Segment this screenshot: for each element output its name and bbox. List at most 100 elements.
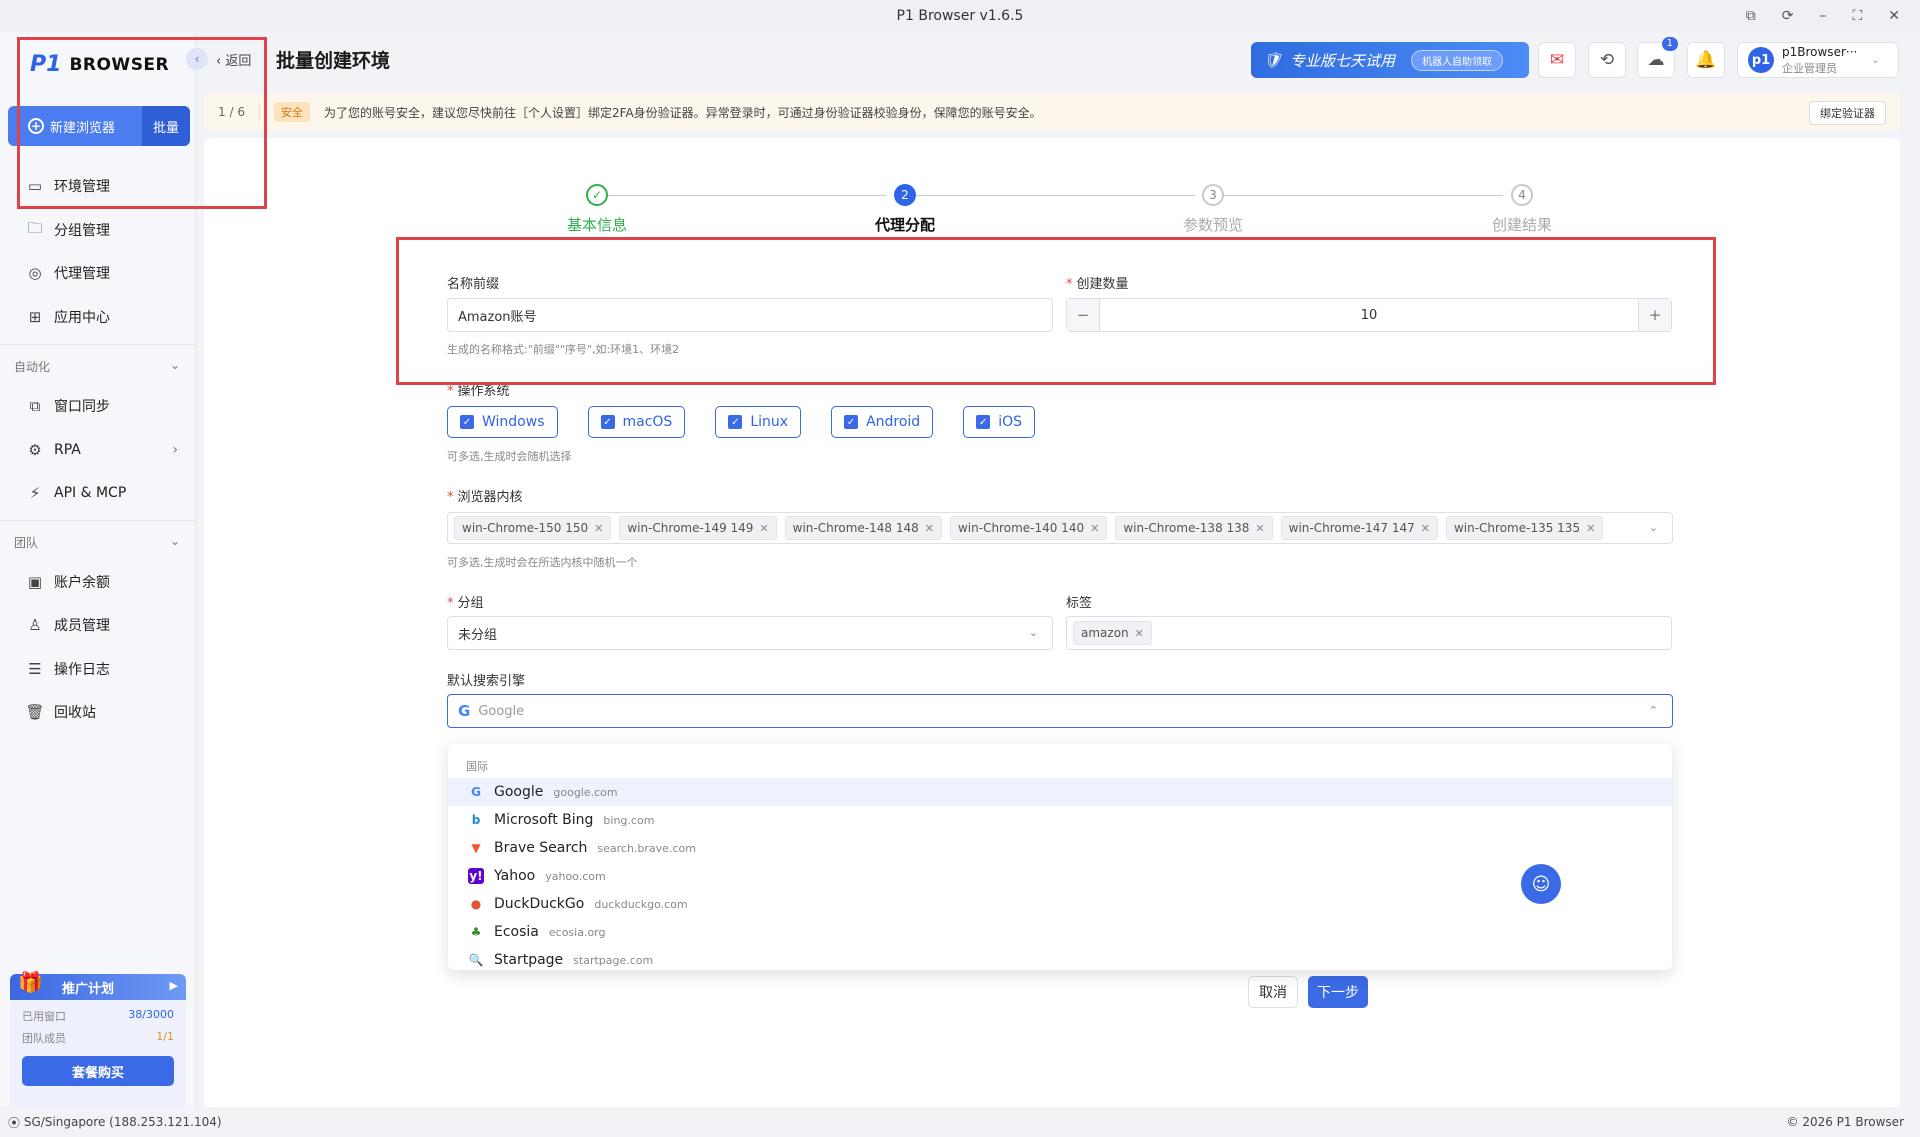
trial-pill[interactable]: 机器人自助领取 <box>1411 49 1504 71</box>
tag-chip: amazon ✕ <box>1073 621 1152 645</box>
sidebar-item-api[interactable]: ⚡ API & MCP <box>26 484 127 502</box>
count-input[interactable]: 10 <box>1100 299 1638 331</box>
promo-banner[interactable]: 🎁 推广计划 ▶ <box>10 970 186 1000</box>
remove-icon[interactable]: ✕ <box>1255 522 1264 535</box>
option-ecosia[interactable]: ♣ Ecosia ecosia.org <box>448 918 1672 946</box>
maximize-icon[interactable]: ⛶ <box>1852 8 1862 24</box>
checkbox-checked-icon: ✓ <box>976 415 991 429</box>
remove-icon[interactable]: ✕ <box>759 522 768 535</box>
chevron-right-icon: › <box>172 442 178 458</box>
sidebar: P1 BROWSER + 新建浏览器 批量 ▭ 环境管理 🗀 分组管理 ◎ 代理… <box>0 32 196 1122</box>
sidebar-item-apps[interactable]: ⊞ 应用中心 <box>26 307 110 327</box>
step-label: 参数预览 <box>1182 216 1243 234</box>
check-icon: ✓ <box>586 184 608 206</box>
sidebar-item-proxies[interactable]: ◎ 代理管理 <box>26 263 110 283</box>
download-button[interactable]: ☁ 1 <box>1637 37 1678 78</box>
trial-banner[interactable]: 🛡 专业版七天试用 机器人自助领取 <box>1251 42 1529 78</box>
sidebar-item-members[interactable]: ♙ 成员管理 <box>26 615 110 635</box>
notification-button[interactable]: 🔔 <box>1687 42 1725 78</box>
trash-icon: 🗑 <box>25 703 45 721</box>
collapse-sidebar-button[interactable]: ‹ <box>186 48 208 70</box>
section-team[interactable]: 团队 ⌄ <box>14 534 180 551</box>
bind-authenticator-button[interactable]: 绑定验证器 <box>1809 101 1886 125</box>
step-proxy[interactable]: 2 代理分配 <box>845 138 965 235</box>
divider <box>0 344 196 345</box>
batch-button[interactable]: 批量 <box>142 106 190 146</box>
kernel-chip: win-Chrome-140 140 ✕ <box>949 516 1108 540</box>
kernel-chip: win-Chrome-147 147 ✕ <box>1280 516 1438 540</box>
os-label: * 操作系统 <box>447 384 510 399</box>
checkbox-checked-icon: ✓ <box>728 415 743 429</box>
status-bar: ⦿ SG/Singapore (188.253.121.104) © 2026 … <box>0 1107 1920 1137</box>
sidebar-item-label: 成员管理 <box>54 618 110 634</box>
back-button[interactable]: ‹ 返回 <box>216 50 251 69</box>
step-preview[interactable]: 3 参数预览 <box>1153 138 1273 235</box>
user-menu[interactable]: p1 p1Browser··· 企业管理员 ⌄ <box>1737 42 1899 78</box>
os-option-ios[interactable]: ✓ iOS <box>963 406 1035 438</box>
option-brave[interactable]: ▼ Brave Search search.brave.com <box>448 834 1672 862</box>
tag-input[interactable]: amazon ✕ <box>1066 616 1672 650</box>
name-prefix-input[interactable]: Amazon账号 <box>447 298 1053 332</box>
dropdown-group-title: 国际 <box>466 760 488 773</box>
sync-button[interactable]: ⟲ <box>1588 42 1626 78</box>
plus-circle-icon: + <box>28 118 44 134</box>
new-browser-button[interactable]: + 新建浏览器 <box>8 106 142 146</box>
globe-icon: ◎ <box>28 264 42 282</box>
decrement-button[interactable]: − <box>1067 299 1100 331</box>
mail-button[interactable]: ✉ <box>1538 42 1576 78</box>
search-engine-dropdown: 国际 G Google google.com b Microsoft Bing … <box>448 744 1672 970</box>
option-yahoo[interactable]: y! Yahoo yahoo.com <box>448 862 1672 890</box>
group-select[interactable]: 未分组 ⌄ <box>447 616 1053 650</box>
logo-mark: P1 <box>30 52 62 77</box>
new-browser-label: 新建浏览器 <box>50 120 116 136</box>
kernel-select[interactable]: win-Chrome-150 150 ✕ win-Chrome-149 149 ✕ … <box>447 512 1673 544</box>
grid-icon: ⊞ <box>28 308 42 326</box>
minimize-icon[interactable]: – <box>1819 8 1826 24</box>
sidebar-item-label: API & MCP <box>54 485 127 501</box>
remove-icon[interactable]: ✕ <box>1135 627 1144 640</box>
sidebar-item-balance[interactable]: ▣ 账户余额 <box>26 572 110 592</box>
option-duckduckgo[interactable]: ● DuckDuckGo duckduckgo.com <box>448 890 1672 918</box>
os-option-windows[interactable]: ✓ Windows <box>447 406 558 438</box>
notice-pager[interactable]: 1 / 6 <box>204 105 260 119</box>
cancel-button[interactable]: 取消 <box>1248 976 1298 1008</box>
increment-button[interactable]: + <box>1638 299 1671 331</box>
sidebar-item-recycle[interactable]: 🗑 回收站 <box>25 702 96 722</box>
browser-window-icon: ▭ <box>27 177 43 195</box>
os-option-linux[interactable]: ✓ Linux <box>715 406 802 438</box>
new-browser-button-group: + 新建浏览器 批量 <box>8 106 190 146</box>
step-result[interactable]: 4 创建结果 <box>1462 138 1582 235</box>
refresh-window-icon[interactable]: ⟳ <box>1782 8 1794 24</box>
caret-right-icon: ▶ <box>169 979 178 992</box>
remove-icon[interactable]: ✕ <box>594 522 603 535</box>
buy-plan-button[interactable]: 套餐购买 <box>22 1056 174 1086</box>
remove-icon[interactable]: ✕ <box>925 522 934 535</box>
chat-icon: ☺ <box>1531 873 1551 895</box>
os-option-macos[interactable]: ✓ macOS <box>587 406 686 438</box>
sidebar-item-environments[interactable]: ▭ 环境管理 <box>26 176 110 196</box>
mail-icon: ✉ <box>1549 50 1565 70</box>
remove-icon[interactable]: ✕ <box>1421 522 1430 535</box>
sidebar-item-window-sync[interactable]: ⧉ 窗口同步 <box>26 396 110 416</box>
option-google[interactable]: G Google google.com <box>448 778 1672 806</box>
sidebar-item-rpa[interactable]: ⚙ RPA › <box>26 441 178 459</box>
close-icon[interactable]: ✕ <box>1888 8 1900 24</box>
step-basic-info[interactable]: ✓ 基本信息 <box>537 138 657 235</box>
sidebar-item-groups[interactable]: 🗀 分组管理 <box>26 219 110 240</box>
chevron-up-icon: ⌃ <box>1648 704 1658 717</box>
support-chat-button[interactable]: ☺ <box>1521 864 1561 904</box>
os-option-android[interactable]: ✓ Android <box>831 406 934 438</box>
sidebar-item-logs[interactable]: ☰ 操作日志 <box>26 659 110 679</box>
remove-icon[interactable]: ✕ <box>1090 522 1099 535</box>
pip-icon[interactable]: ⧉ <box>1746 8 1756 24</box>
option-bing[interactable]: b Microsoft Bing bing.com <box>448 806 1672 834</box>
search-engine-select[interactable]: G Google ⌃ <box>447 694 1673 728</box>
next-step-button[interactable]: 下一步 <box>1308 976 1368 1008</box>
option-startpage[interactable]: 🔍 Startpage startpage.com <box>448 946 1672 970</box>
user-name: p1Browser··· <box>1782 44 1858 59</box>
name-hint: 生成的名称格式:"前缀""序号",如:环境1、环境2 <box>447 343 680 356</box>
location-icon: ⦿ <box>8 1115 24 1130</box>
robot-icon: ⚙ <box>28 441 42 459</box>
section-automation[interactable]: 自动化 ⌄ <box>14 358 180 375</box>
remove-icon[interactable]: ✕ <box>1586 522 1595 535</box>
